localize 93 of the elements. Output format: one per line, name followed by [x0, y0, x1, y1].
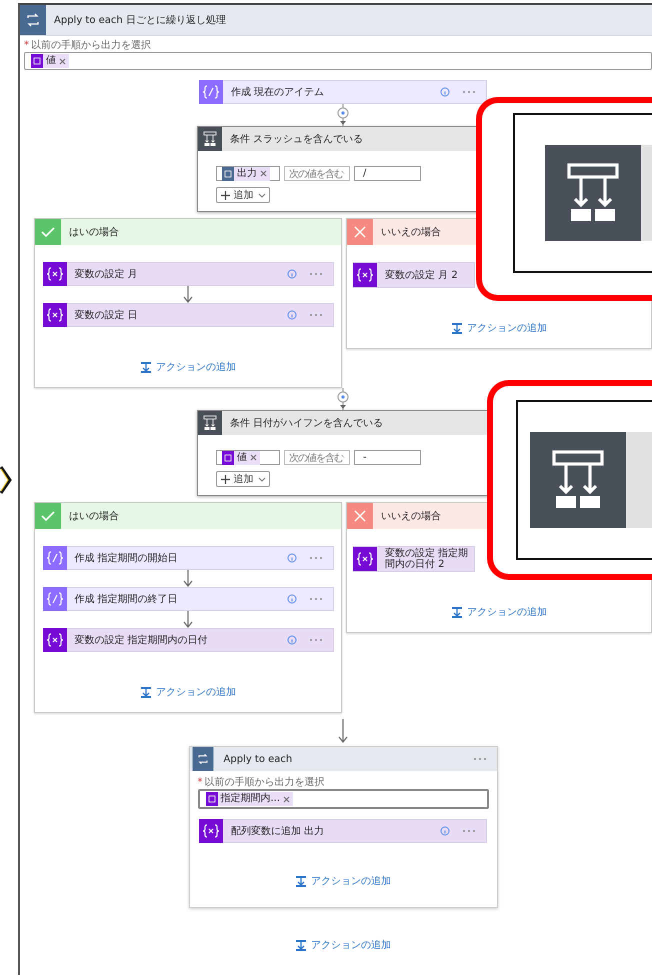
more-icon[interactable]: [308, 638, 322, 642]
token-text: 指定期間内...: [220, 793, 280, 805]
action-card[interactable]: 変数の設定 指定期間内の日付: [42, 628, 334, 652]
condition-icon: [530, 432, 626, 528]
operator-dropdown[interactable]: 次の値を含む: [284, 450, 350, 465]
value-field[interactable]: /: [354, 166, 421, 181]
info-icon[interactable]: [286, 635, 296, 645]
input-field[interactable]: 値: [216, 450, 280, 465]
token-text: 出力: [237, 168, 257, 180]
action-title: 変数の設定 月: [74, 268, 139, 281]
action-card[interactable]: 変数の設定 日: [42, 303, 334, 327]
more-icon[interactable]: [462, 829, 476, 833]
arrow: [183, 570, 193, 587]
add-button[interactable]: 追加: [216, 187, 270, 203]
action-card[interactable]: 配列変数に追加 出力: [199, 819, 487, 843]
action-title: 変数の設定 日: [74, 308, 139, 322]
add-action-link[interactable]: アクションの追加: [140, 686, 236, 698]
remove-icon[interactable]: [59, 58, 66, 64]
compose-icon: [199, 80, 223, 104]
action-card[interactable]: 変数の設定 月 2: [353, 262, 475, 288]
action-title: 配列変数に追加 出力: [231, 824, 326, 838]
add-action-link[interactable]: アクションの追加: [295, 875, 391, 887]
action-card[interactable]: 変数の設定 月: [42, 262, 334, 286]
branch-label: いいえの場合: [381, 226, 441, 239]
add-action-link[interactable]: アクションの追加: [451, 606, 547, 618]
operator-dropdown[interactable]: 次の値を含む: [284, 166, 350, 181]
add-action-link[interactable]: アクションの追加: [140, 361, 236, 373]
action-title: 作成 指定期間の終了日: [74, 592, 179, 606]
more-icon[interactable]: [308, 597, 322, 601]
more-icon[interactable]: [462, 90, 476, 94]
info-icon[interactable]: [440, 87, 450, 97]
add-action-link[interactable]: アクションの追加: [295, 939, 391, 951]
branch-label: はいの場合: [69, 510, 119, 523]
action-card[interactable]: 作成 現在のアイテム: [199, 80, 487, 104]
remove-icon[interactable]: [250, 454, 257, 461]
add-action-icon: [295, 940, 307, 950]
add-action-link[interactable]: アクションの追加: [451, 322, 547, 334]
condition-icon: [545, 145, 641, 241]
action-card[interactable]: 作成 指定期間の終了日: [42, 587, 334, 611]
branch-label: いいえの場合: [381, 510, 441, 523]
remove-icon[interactable]: [260, 170, 267, 177]
arrow: [338, 719, 348, 743]
chevron-icon: [0, 465, 12, 495]
action-title: 作成 現在のアイテム: [231, 86, 326, 99]
add-action-icon: [451, 322, 463, 334]
dropdown-value: 次の値を含む: [289, 452, 343, 464]
input-field[interactable]: 出力: [216, 166, 280, 181]
add-action-icon: [140, 686, 152, 698]
more-icon[interactable]: [308, 272, 322, 276]
info-icon[interactable]: [286, 269, 296, 279]
action-card[interactable]: 作成 指定期間の開始日: [42, 546, 334, 570]
add-button[interactable]: 追加: [216, 471, 270, 487]
value-field[interactable]: -: [354, 450, 421, 465]
token-text: 値: [46, 55, 56, 67]
token-chip[interactable]: 値: [31, 54, 69, 68]
more-icon[interactable]: [308, 556, 322, 560]
token-text: 値: [237, 452, 247, 464]
insert-step-icon[interactable]: [338, 108, 348, 118]
input-field[interactable]: 指定期間内...: [198, 789, 488, 809]
action-title: 作成 指定期間の開始日: [74, 552, 179, 565]
insert-step-icon[interactable]: [338, 392, 348, 402]
add-action-icon: [295, 876, 307, 886]
remove-icon[interactable]: [283, 796, 290, 802]
condition-title: 条件 スラッシュを含んでいる: [230, 132, 364, 146]
plus-icon: [220, 190, 230, 200]
action-title: 変数の設定 指定期間内の日付: [74, 634, 209, 647]
token-chip[interactable]: 指定期間内...: [206, 792, 294, 806]
more-icon[interactable]: [308, 313, 322, 317]
dropdown-value: 次の値を含む: [289, 168, 343, 180]
info-icon[interactable]: [440, 826, 450, 836]
add-action-icon: [140, 362, 152, 372]
field-label: * 以前の手順から出力を選択: [198, 777, 326, 789]
action-title: 変数の設定 指定期間内の日付 2: [385, 548, 470, 570]
branch-label: はいの場合: [69, 226, 119, 239]
action-card[interactable]: 変数の設定 指定期間内の日付 2: [353, 546, 475, 572]
input-field[interactable]: 値: [24, 52, 652, 70]
compose-icon: [42, 546, 66, 570]
compose-icon: [42, 587, 66, 611]
arrow: [183, 611, 193, 628]
info-icon[interactable]: [286, 310, 296, 320]
info-icon[interactable]: [286, 553, 296, 563]
arrow: [183, 286, 193, 303]
action-title: 変数の設定 月 2: [385, 270, 459, 280]
plus-icon: [220, 474, 230, 484]
info-icon[interactable]: [286, 594, 296, 604]
loop-title: Apply to each: [224, 754, 292, 764]
condition-title: 条件 日付がハイフンを含んでいる: [230, 416, 384, 430]
loop-title: Apply to each 日ごとに繰り返し処理: [54, 14, 226, 27]
add-action-icon: [451, 606, 463, 618]
field-label: * 以前の手順から出力を選択: [24, 40, 152, 52]
token-chip[interactable]: 出力: [222, 166, 270, 180]
token-chip[interactable]: 値: [222, 450, 260, 464]
more-icon[interactable]: [472, 757, 486, 761]
